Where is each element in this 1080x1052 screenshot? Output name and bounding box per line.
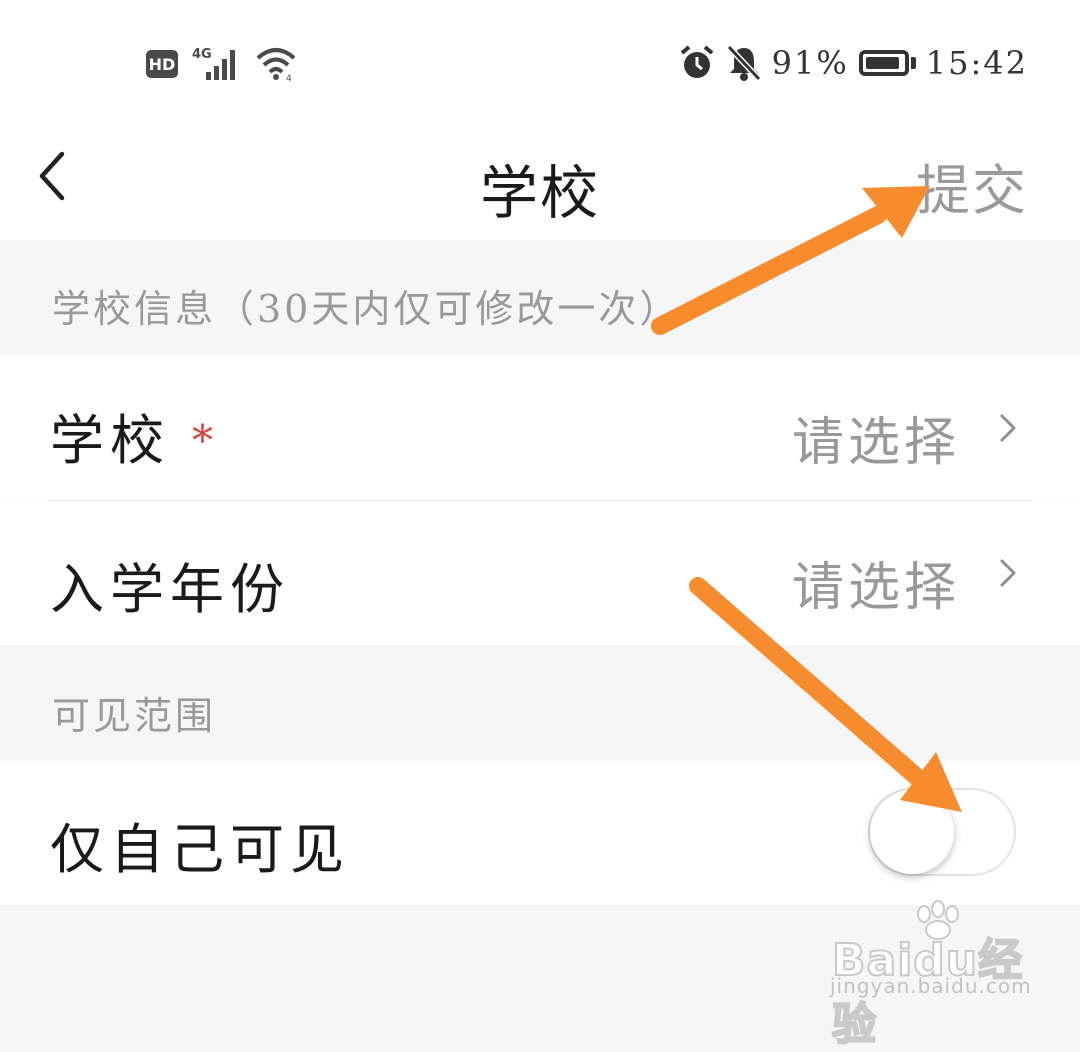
wifi-icon: 4 [256,48,296,82]
school-label-text: 学校 [50,409,170,472]
enroll-year-row[interactable]: 入学年份 请选择 [0,501,1080,645]
school-row[interactable]: 学校 * 请选择 [0,356,1080,500]
submit-button[interactable]: 提交 [916,146,1028,225]
battery-percent: 91% [771,44,849,82]
battery-fill [865,57,899,69]
school-label: 学校 * [50,396,213,475]
section-header-school-info: 学校信息（30天内仅可修改一次） [0,240,1080,356]
signal-icon: 4G [192,47,235,80]
clock-time: 15:42 [925,44,1028,82]
required-mark: * [192,416,213,465]
chevron-right-icon [1000,559,1016,587]
watermark-url: jingyan.baidu.com [830,974,1032,998]
bell-muted-icon [726,44,761,82]
only-me-toggle[interactable] [868,788,1016,876]
baidu-watermark: Baidu经验 jingyan.baidu.com [828,900,1031,1051]
network-type-label: 4G [192,47,212,62]
enroll-year-value: 请选择 [791,558,960,618]
nav-bar: 学校 提交 [0,110,1080,240]
status-left: HD 4G 4 [146,46,300,82]
alarm-icon [680,45,713,78]
enroll-year-label: 入学年份 [50,558,290,621]
section-title-visibility: 可见范围 [52,694,217,738]
toggle-knob [870,790,954,874]
section-title-school-info: 学校信息（30天内仅可修改一次） [52,287,681,331]
section-header-visibility: 可见范围 [0,645,1080,761]
chevron-right-icon [1000,414,1016,442]
status-right: 91% 15:42 [678,44,1028,82]
status-bar: HD 4G 4 91% 15:42 [0,0,1080,110]
hd-icon: HD [146,50,178,78]
school-value: 请选择 [791,413,960,473]
svg-text:4: 4 [286,74,292,82]
only-me-label: 仅自己可见 [50,818,350,881]
battery-icon [858,50,916,76]
